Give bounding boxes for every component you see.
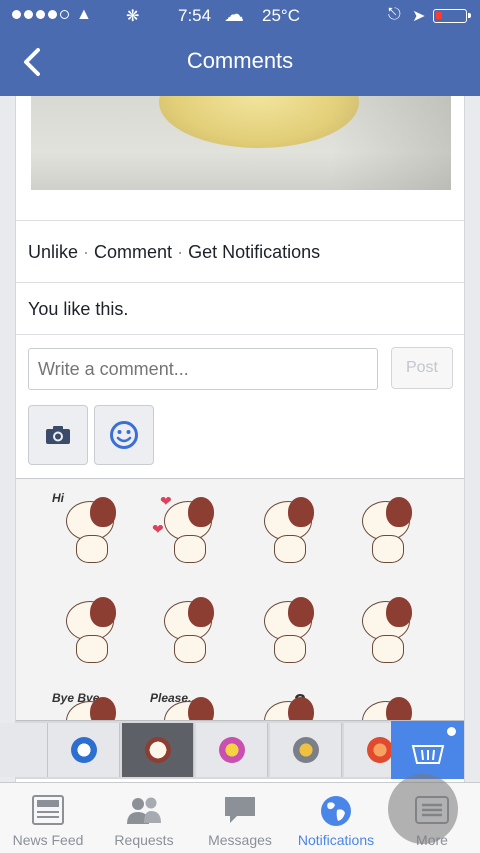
status-temperature: 25°C: [262, 6, 300, 25]
globe-icon: [321, 796, 351, 826]
sticker-shy[interactable]: [250, 491, 328, 569]
sticker-thumbs-up[interactable]: [52, 591, 130, 669]
sticker-laughing[interactable]: [348, 591, 426, 669]
sticker-pack-penguin[interactable]: [48, 723, 120, 777]
tab-requests[interactable]: Requests: [96, 783, 192, 853]
sticker-peek[interactable]: [348, 691, 426, 721]
assistive-touch-button[interactable]: [388, 774, 458, 844]
news-feed-icon: [32, 795, 64, 825]
post-actions: Unlike · Comment · Get Notifications: [28, 242, 321, 262]
tab-notifications[interactable]: Notifications: [288, 783, 384, 853]
sticker-lying[interactable]: [250, 591, 328, 669]
comments-content: Unlike · Comment · Get Notifications You lik…: [0, 96, 465, 782]
status-bar: ▲ ❋ 7:54 ☁ 25°C ⎋ ➤: [0, 0, 480, 32]
unlike-link[interactable]: Unlike: [28, 242, 78, 262]
sticker-pack[interactable]: [0, 723, 48, 777]
rotation-lock-icon: ⎋: [388, 6, 401, 23]
camera-icon: [46, 426, 70, 444]
post-photo[interactable]: [31, 96, 451, 190]
wifi-icon: ▲: [76, 6, 92, 23]
messages-icon: [225, 797, 255, 823]
comment-input[interactable]: [28, 348, 378, 390]
smiley-icon: [110, 421, 138, 449]
sticker-hearts[interactable]: ❤ ❤: [150, 491, 228, 569]
sticker-hi[interactable]: Hi: [52, 491, 130, 569]
post-button[interactable]: Post: [391, 347, 453, 389]
sticker-pack-puppy[interactable]: [122, 723, 194, 777]
signal-strength-icon: [12, 10, 69, 19]
sticker-button[interactable]: [94, 405, 154, 465]
tab-messages[interactable]: Messages: [192, 783, 288, 853]
status-time: 7:54: [178, 6, 212, 25]
sticker-question[interactable]: ?: [250, 691, 328, 721]
battery-icon: [433, 9, 471, 23]
comment-link[interactable]: Comment: [94, 242, 172, 262]
sticker-pack-colorful[interactable]: [196, 723, 268, 777]
camera-button[interactable]: [28, 405, 88, 465]
sticker-please[interactable]: Please...: [150, 691, 228, 721]
weather-icon: ☁: [224, 4, 244, 26]
sticker-sparkle[interactable]: [348, 491, 426, 569]
sticker-grid: Hi ❤ ❤ Bye Bye Please...: [16, 478, 464, 721]
tab-news-feed[interactable]: News Feed: [0, 783, 96, 853]
top-bar: ▲ ❋ 7:54 ☁ 25°C ⎋ ➤ Comments: [0, 0, 480, 96]
location-arrow-icon: ➤: [412, 8, 426, 25]
sticker-pack-strip: [0, 720, 464, 779]
page-title: Comments: [186, 48, 294, 73]
get-notifications-link[interactable]: Get Notifications: [188, 242, 320, 262]
friend-requests-icon: [127, 797, 161, 824]
activity-spinner-icon: ❋: [126, 8, 140, 25]
sticker-bye-bye[interactable]: Bye Bye: [52, 691, 130, 721]
basket-icon: [411, 745, 445, 764]
store-badge: [447, 727, 456, 736]
sticker-pack-worker[interactable]: [270, 723, 342, 777]
sticker-crying[interactable]: [150, 591, 228, 669]
likes-summary: You like this.: [28, 299, 129, 319]
sticker-store-button[interactable]: [391, 721, 464, 779]
